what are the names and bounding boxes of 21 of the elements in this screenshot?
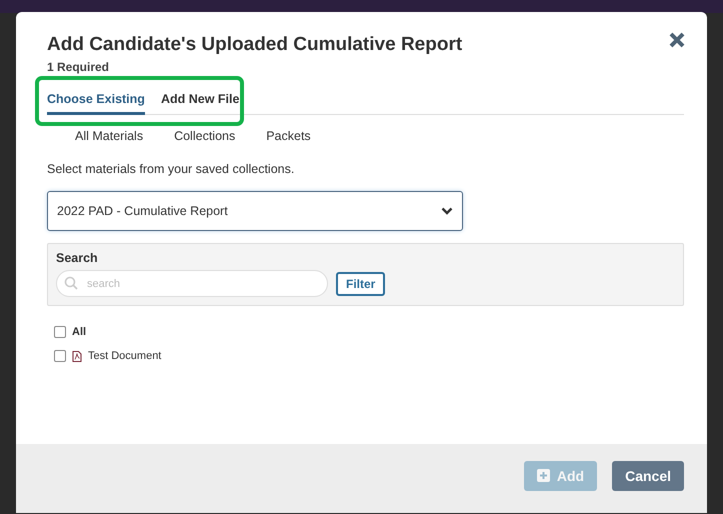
checkbox[interactable]: [54, 326, 66, 338]
tab[interactable]: Choose Existing: [47, 92, 145, 115]
chevron-down-icon: [441, 207, 453, 215]
close-icon[interactable]: [669, 32, 685, 48]
required-count: 1 Required: [47, 60, 110, 74]
subtab[interactable]: Collections: [174, 129, 236, 143]
filter-button[interactable]: Filter: [336, 272, 386, 296]
tab[interactable]: Add New File: [160, 92, 240, 115]
search-label: Search: [56, 251, 99, 265]
item-label: All: [72, 326, 86, 338]
dialog-title: Add Candidate's Uploaded Cumulative Report: [47, 34, 462, 56]
collection-select[interactable]: 2022 PAD - Cumulative Report: [47, 191, 463, 231]
cancel-button[interactable]: Cancel: [612, 460, 684, 490]
pdf-file-icon: [72, 350, 82, 362]
search-field[interactable]: search: [56, 270, 328, 297]
plus-icon: [536, 469, 550, 482]
item-label: Test Document: [88, 350, 162, 362]
subtab[interactable]: All Materials: [75, 129, 144, 143]
checkbox[interactable]: [54, 350, 66, 362]
instructions: Select materials from your saved collections.: [47, 162, 296, 176]
subtab[interactable]: Packets: [266, 129, 311, 143]
